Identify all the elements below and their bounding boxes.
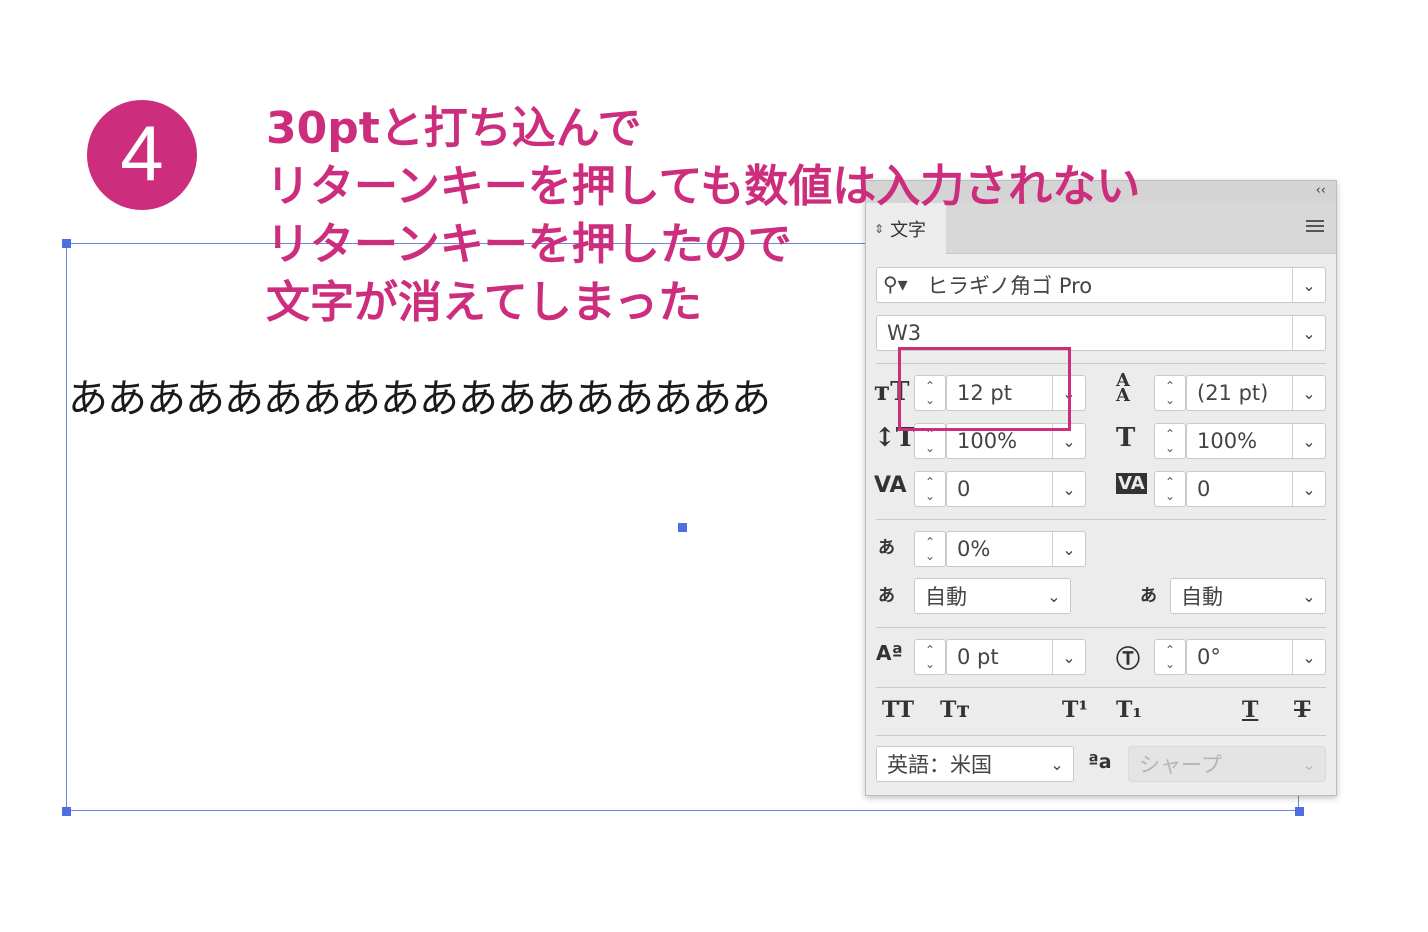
chevron-down-icon[interactable]: ⌄ [1052,532,1085,566]
aki-before-value: 自動 [925,585,967,609]
divider [876,735,1326,736]
tsume-input[interactable]: 0% ⌄ [946,531,1086,567]
frame-handle-bottom-right[interactable] [1295,807,1304,816]
antialias-icon: ªa [1088,751,1112,773]
aki-after-select[interactable]: 自動 ⌄ [1170,578,1326,614]
language-select[interactable]: 英語：米国 ⌄ [876,746,1074,782]
baseline-shift-value: 0 pt [957,645,999,669]
chevron-down-icon[interactable]: ⌄ [1292,424,1325,458]
aki-after-icon: あ [1140,586,1157,606]
step-number-badge: 4 [87,100,197,210]
kerning-icon: VA [874,473,907,498]
leading-icon: AA [1116,370,1130,406]
chevron-down-icon[interactable]: ⌄ [1292,268,1325,302]
chevron-down-icon[interactable]: ⌄ [1293,579,1325,613]
annotation-line: 30ptと打ち込んで [266,103,642,154]
chevron-down-icon[interactable]: ⌄ [1052,472,1085,506]
horizontal-scale-stepper[interactable]: ⌃ ⌄ [1154,423,1186,459]
tracking-stepper[interactable]: ⌃ ⌄ [1154,471,1186,507]
vertical-scale-value: 100% [957,429,1018,453]
superscript-button[interactable]: T¹ [1062,697,1088,723]
annotation-line: 文字が消えてしまった [266,277,703,328]
horizontal-scale-value: 100% [1197,429,1258,453]
chevron-down-icon[interactable]: ⌄ [1292,472,1325,506]
tracking-input[interactable]: 0 ⌄ [1186,471,1326,507]
strikethrough-button[interactable]: T [1294,697,1310,723]
leading-input[interactable]: (21 pt) ⌄ [1186,375,1326,411]
language-value: 英語：米国 [887,753,992,777]
antialias-value: シャープ [1139,753,1222,777]
antialias-select: シャープ ⌄ [1128,746,1326,782]
subscript-button[interactable]: T₁ [1116,697,1142,723]
chevron-down-icon[interactable]: ⌄ [1292,316,1325,350]
horizontal-scale-input[interactable]: 100% ⌄ [1186,423,1326,459]
tsume-value: 0% [957,537,991,561]
frame-center-point[interactable] [678,523,687,532]
kerning-stepper[interactable]: ⌃ ⌄ [914,471,946,507]
kerning-input[interactable]: 0 ⌄ [946,471,1086,507]
chevron-down-icon[interactable]: ⌄ [1292,376,1325,410]
annotation-text: 30ptと打ち込んで リターンキーを押しても数値は入力されない リターンキーを押… [266,100,1140,332]
baseline-shift-stepper[interactable]: ⌃ ⌄ [914,639,946,675]
all-caps-button[interactable]: TT [882,697,914,723]
chevron-down-icon[interactable]: ⌄ [1038,579,1070,613]
rotation-value: 0° [1197,645,1221,669]
step-number: 4 [120,108,164,197]
rotation-input[interactable]: 0° ⌄ [1186,639,1326,675]
rotation-icon: Ⓣ [1116,644,1140,673]
rotation-stepper[interactable]: ⌃ ⌄ [1154,639,1186,675]
aki-after-value: 自動 [1181,585,1223,609]
chevron-down-icon[interactable]: ⌄ [1041,747,1073,781]
tsume-icon: あ [878,538,895,558]
tracking-icon: VA [1116,473,1147,494]
annotation-line: リターンキーを押しても数値は入力されない [266,161,1141,212]
kerning-value: 0 [957,477,971,501]
leading-value: (21 pt) [1197,381,1269,405]
font-size-highlight [898,347,1071,431]
chevron-down-icon: ⌄ [1302,754,1316,774]
annotation-line: リターンキーを押したので [266,219,792,270]
underline-button[interactable]: T [1242,697,1258,723]
frame-text-content[interactable]: ああああああああああああああああああ [68,366,771,424]
chevron-down-icon[interactable]: ⌄ [1292,640,1325,674]
small-caps-button[interactable]: Tт [940,697,970,723]
aki-before-select[interactable]: 自動 ⌄ [914,578,1071,614]
tracking-value: 0 [1197,477,1211,501]
frame-handle-bottom-left[interactable] [62,807,71,816]
chevron-down-icon[interactable]: ⌄ [1052,640,1085,674]
panel-menu-icon[interactable] [1306,220,1324,235]
baseline-shift-input[interactable]: 0 pt ⌄ [946,639,1086,675]
collapse-icon[interactable]: ‹‹ [1316,183,1326,198]
leading-stepper[interactable]: ⌃ ⌄ [1154,375,1186,411]
divider [876,519,1326,520]
frame-handle-top-left[interactable] [62,239,71,248]
aki-before-icon: あ [878,586,895,606]
horizontal-scale-icon: T [1116,423,1136,453]
tsume-stepper[interactable]: ⌃ ⌄ [914,531,946,567]
divider [876,687,1326,688]
divider [876,627,1326,628]
baseline-shift-icon: Aª [876,641,903,665]
